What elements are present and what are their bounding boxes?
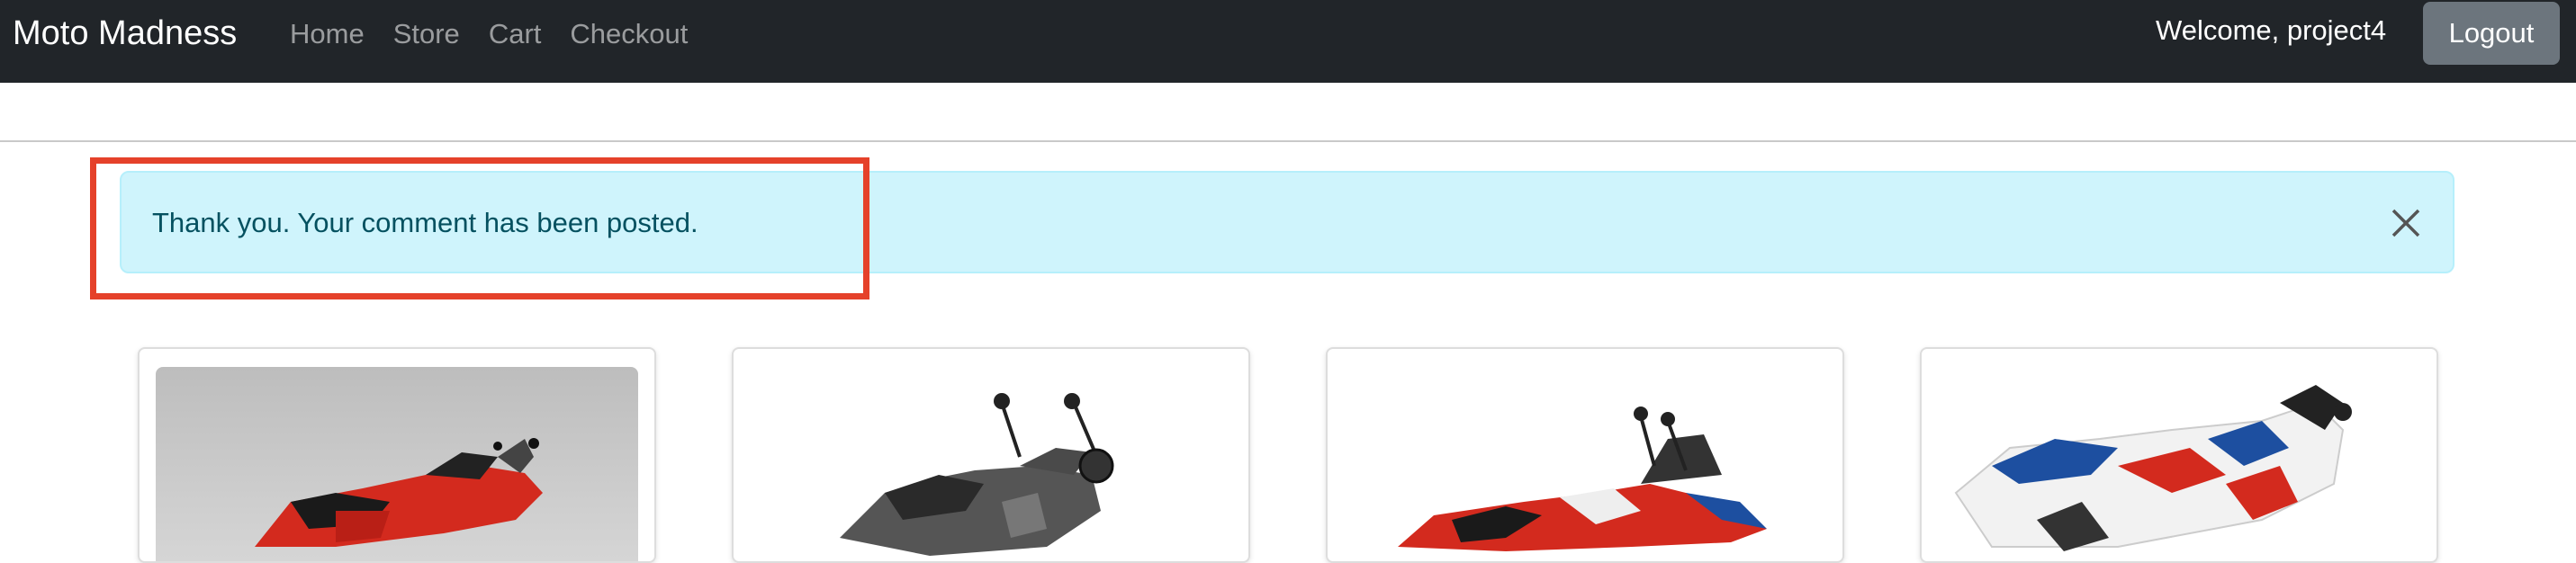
alert-message: Thank you. Your comment has been posted. — [152, 207, 698, 238]
success-alert: Thank you. Your comment has been posted. — [120, 171, 2454, 273]
logout-button[interactable]: Logout — [2423, 2, 2560, 65]
product-card[interactable] — [732, 347, 1250, 563]
product-card[interactable] — [1920, 347, 2438, 563]
nav-links: Home Store Cart Checkout — [290, 18, 688, 50]
product-image-red-dual-sport-motorcycle[interactable] — [1344, 367, 1826, 561]
welcome-text: Welcome, project4 — [2156, 14, 2387, 46]
close-icon[interactable] — [2390, 207, 2422, 239]
product-image-red-sport-motorcycle[interactable] — [156, 367, 638, 561]
nav-link-checkout[interactable]: Checkout — [570, 18, 688, 50]
product-card[interactable] — [138, 347, 656, 563]
nav-link-cart[interactable]: Cart — [489, 18, 542, 50]
brand-logo[interactable]: Moto Madness — [13, 14, 237, 52]
product-image-white-blue-red-sport-motorcycle[interactable] — [1938, 367, 2420, 561]
product-card[interactable] — [1326, 347, 1844, 563]
top-navbar: Moto Madness Home Store Cart Checkout We… — [0, 0, 2576, 83]
divider — [0, 140, 2576, 142]
nav-link-store[interactable]: Store — [393, 18, 460, 50]
product-image-grey-naked-motorcycle[interactable] — [750, 367, 1232, 561]
nav-link-home[interactable]: Home — [290, 18, 365, 50]
